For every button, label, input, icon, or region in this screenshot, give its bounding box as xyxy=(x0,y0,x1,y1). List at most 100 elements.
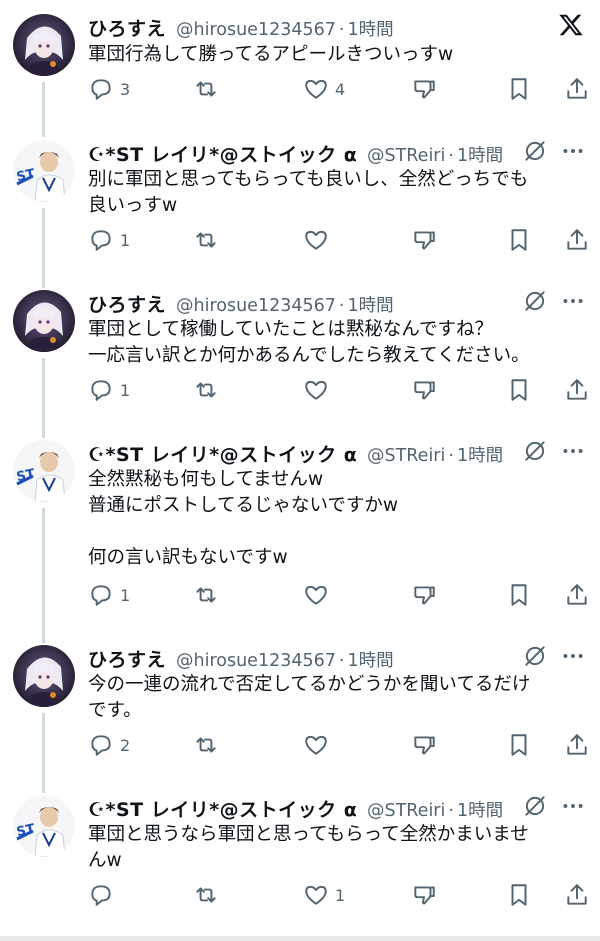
like-button[interactable] xyxy=(303,580,335,610)
anime-avatar[interactable] xyxy=(13,14,75,76)
retweet-button[interactable] xyxy=(193,730,225,760)
share-button[interactable] xyxy=(564,375,590,405)
tweet-actions: 1 xyxy=(88,225,600,255)
like-button[interactable] xyxy=(303,225,335,255)
separator-dot: · xyxy=(338,20,345,40)
share-button[interactable] xyxy=(564,74,590,104)
tweet-time[interactable]: 1時間 xyxy=(347,20,393,40)
retweet-button[interactable] xyxy=(193,375,225,405)
grok-icon[interactable] xyxy=(522,793,548,823)
author-name[interactable]: ひろすえ xyxy=(88,645,166,672)
author-handle-and-time[interactable]: @hirosue1234567 · 1時間 xyxy=(176,292,394,317)
dislike-icon xyxy=(411,377,437,403)
separator-dot: · xyxy=(448,446,454,466)
reply-button[interactable]: 2 xyxy=(88,730,130,760)
reply-button[interactable]: 1 xyxy=(88,225,130,255)
tweet-time[interactable]: 1時間 xyxy=(347,651,393,671)
author-handle-and-time[interactable]: @STReiri · 1時間 xyxy=(367,142,503,167)
author-handle-and-time[interactable]: @hirosue1234567 · 1時間 xyxy=(176,647,394,672)
retweet-button[interactable] xyxy=(193,880,225,910)
tweet-time[interactable]: 1時間 xyxy=(347,296,393,316)
retweet-button[interactable] xyxy=(193,74,225,104)
retweet-icon xyxy=(193,76,219,102)
more-options-icon[interactable] xyxy=(560,793,586,823)
share-button[interactable] xyxy=(564,225,590,255)
grok-icon[interactable] xyxy=(522,138,548,168)
tweet-text: 全然黙秘も何もしてませんw 普通にポストしてるじゃないですかw 何の言い訳もない… xyxy=(88,469,399,568)
author-name[interactable]: ひろすえ xyxy=(88,290,166,317)
downvote-button[interactable] xyxy=(411,375,437,405)
reply-count: 1 xyxy=(120,380,131,400)
tweet-actions: 34 xyxy=(88,74,600,104)
author-handle: @STReiri xyxy=(367,446,446,466)
reply-button[interactable]: 1 xyxy=(88,375,130,405)
author-handle-and-time[interactable]: @STReiri · 1時間 xyxy=(367,797,503,822)
bookmark-icon xyxy=(506,882,532,908)
anime-avatar[interactable] xyxy=(13,645,75,707)
author-handle-and-time[interactable]: @hirosue1234567 · 1時間 xyxy=(176,16,394,41)
author-name[interactable]: ☪*ST レイリ*@ストイック α xyxy=(88,140,357,167)
author-name[interactable]: ☪*ST レイリ*@ストイック α xyxy=(88,795,357,822)
more-options-icon[interactable] xyxy=(560,138,586,168)
downvote-button[interactable] xyxy=(411,580,437,610)
author-name[interactable]: ひろすえ xyxy=(88,14,166,41)
grok-icon[interactable] xyxy=(522,288,548,318)
tweet-text: 軍団と思うなら軍団と思ってもらって全然かまいませ んw xyxy=(88,824,529,871)
downvote-button[interactable] xyxy=(411,74,437,104)
tweet-time[interactable]: 1時間 xyxy=(457,146,503,166)
retweet-icon xyxy=(193,882,219,908)
like-button[interactable] xyxy=(303,375,335,405)
dislike-icon xyxy=(411,882,437,908)
bookmark-button[interactable] xyxy=(506,375,532,405)
share-button[interactable] xyxy=(564,730,590,760)
bookmark-button[interactable] xyxy=(506,580,532,610)
reply-count: 1 xyxy=(120,230,131,250)
bookmark-button[interactable] xyxy=(506,880,532,910)
person-avatar[interactable]: ST xyxy=(13,140,75,202)
downvote-button[interactable] xyxy=(411,880,437,910)
tweet-time[interactable]: 1時間 xyxy=(457,801,503,821)
conversation-thread: ひろすえ @hirosue1234567 · 1時間 軍団行為して勝ってるアピールきつい… xyxy=(0,0,600,941)
reply-icon xyxy=(88,582,114,608)
bookmark-button[interactable] xyxy=(506,74,532,104)
reply-button[interactable]: 1 xyxy=(88,580,130,610)
share-button[interactable] xyxy=(564,580,590,610)
grok-icon[interactable] xyxy=(522,438,548,468)
more-options-icon[interactable] xyxy=(560,288,586,318)
like-count: 4 xyxy=(335,79,346,99)
dislike-icon xyxy=(411,582,437,608)
like-button[interactable]: 4 xyxy=(303,74,345,104)
separator-dot: · xyxy=(448,146,454,166)
reply-icon xyxy=(88,377,114,403)
downvote-button[interactable] xyxy=(411,225,437,255)
like-button[interactable]: 1 xyxy=(303,880,345,910)
x-logo-icon[interactable] xyxy=(558,12,584,38)
author-handle: @hirosue1234567 xyxy=(176,651,336,671)
person-avatar[interactable]: ST xyxy=(13,440,75,502)
downvote-button[interactable] xyxy=(411,730,437,760)
more-options-icon[interactable] xyxy=(560,643,586,673)
like-button[interactable] xyxy=(303,730,335,760)
reply-button[interactable] xyxy=(88,880,120,910)
more-options-icon[interactable] xyxy=(560,438,586,468)
anime-avatar[interactable] xyxy=(13,290,75,352)
like-icon xyxy=(303,227,329,253)
share-button[interactable] xyxy=(564,880,590,910)
bookmark-button[interactable] xyxy=(506,730,532,760)
tweet-time[interactable]: 1時間 xyxy=(457,446,503,466)
reply-button[interactable]: 3 xyxy=(88,74,130,104)
bookmark-button[interactable] xyxy=(506,225,532,255)
share-icon xyxy=(564,882,590,908)
author-handle-and-time[interactable]: @STReiri · 1時間 xyxy=(367,442,503,467)
author-handle: @STReiri xyxy=(367,146,446,166)
tweet-text: 今の一連の流れで否定してるかどうかを聞いてるだけ です。 xyxy=(88,674,531,721)
author-name[interactable]: ☪*ST レイリ*@ストイック α xyxy=(88,440,357,467)
person-avatar[interactable]: ST xyxy=(13,795,75,857)
retweet-icon xyxy=(193,227,219,253)
grok-icon[interactable] xyxy=(522,643,548,673)
share-icon xyxy=(564,732,590,758)
dislike-icon xyxy=(411,732,437,758)
retweet-button[interactable] xyxy=(193,580,225,610)
thread-connector-line xyxy=(42,508,45,643)
retweet-button[interactable] xyxy=(193,225,225,255)
